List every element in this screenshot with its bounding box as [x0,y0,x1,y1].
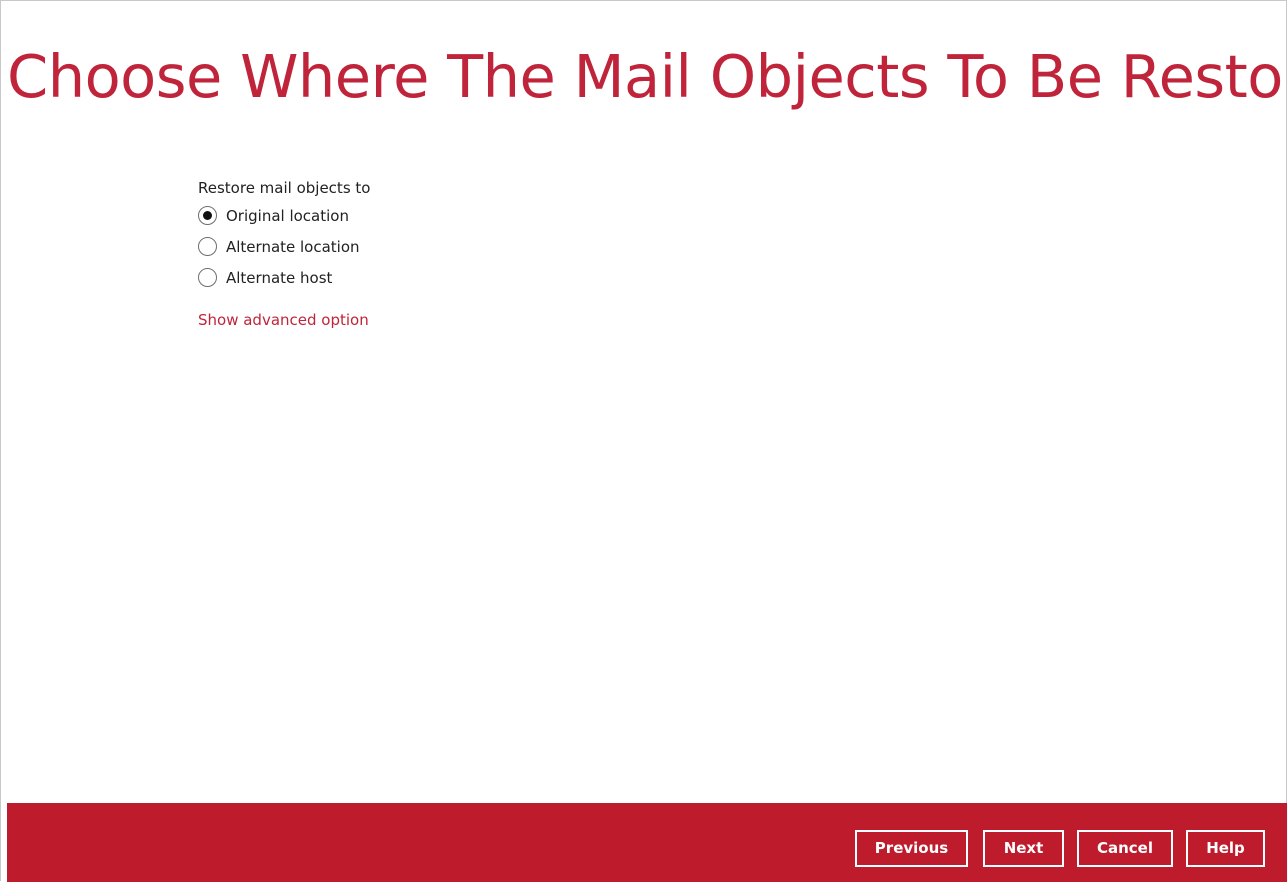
page-title: Choose Where The Mail Objects To Be Rest… [7,42,1285,111]
restore-destination-label: Restore mail objects to [198,179,371,197]
restore-destination-group: Restore mail objects to Original locatio… [198,178,370,293]
radio-label-original-location: Original location [226,206,349,225]
radio-alternate-location[interactable]: Alternate location [198,231,370,262]
show-advanced-option-link[interactable]: Show advanced option [198,310,369,330]
radio-original-location[interactable]: Original location [198,200,370,231]
previous-button[interactable]: Previous [855,830,968,867]
radio-label-alternate-host: Alternate host [226,268,333,287]
radio-button[interactable] [198,237,217,256]
footer-bar: Previous Next Cancel Help [7,803,1287,882]
restore-wizard-window: Choose Where The Mail Objects To Be Rest… [0,0,1287,882]
radio-button[interactable] [198,268,217,287]
next-button[interactable]: Next [983,830,1064,867]
help-button[interactable]: Help [1186,830,1265,867]
radio-alternate-host[interactable]: Alternate host [198,262,370,293]
radio-button-selected[interactable] [198,206,217,225]
cancel-button[interactable]: Cancel [1077,830,1173,867]
radio-label-alternate-location: Alternate location [226,237,360,256]
